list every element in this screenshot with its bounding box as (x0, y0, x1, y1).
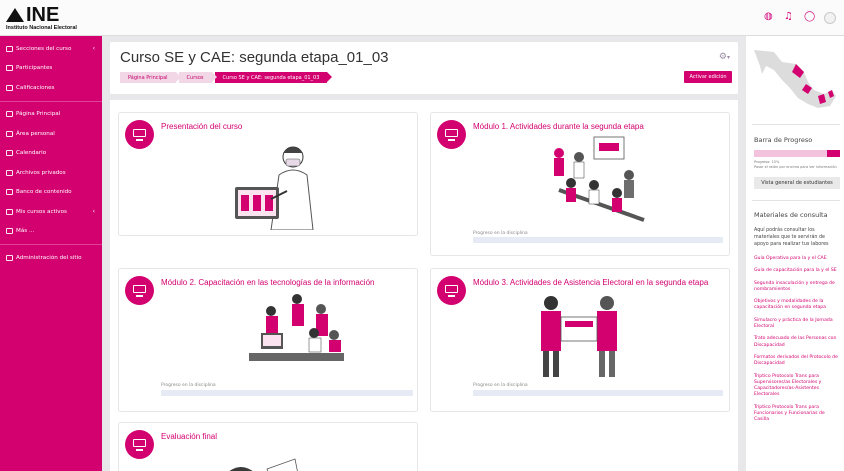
monitor-icon (437, 276, 466, 305)
electoral-assistance-illustration (541, 296, 617, 377)
section-card-module-2[interactable]: Módulo 2. Capacitación en las tecnología… (118, 268, 418, 412)
materials-title: Materiales de consulta (754, 211, 828, 219)
top-navbar: INE Instituto Nacional Electoral ◍ ♫ ◯ (0, 0, 844, 36)
progress-label: Progreso en la disciplina (161, 383, 216, 388)
monitor-icon (125, 430, 154, 459)
calendar-icon (6, 150, 13, 157)
training-illustration (249, 294, 344, 361)
material-link[interactable]: Guía de capacitación para la y el SE (754, 268, 840, 274)
section-title[interactable]: Evaluación final (161, 432, 217, 441)
progress-block-title: Barra de Progreso (754, 136, 813, 144)
course-content: Presentación del curso Módulo 1. Activid… (110, 100, 738, 471)
material-link[interactable]: Simulacro y práctica de la Jornada Elect… (754, 318, 840, 331)
activate-edit-button[interactable]: Activar edición (684, 71, 732, 83)
gear-icon[interactable]: ⚙▾ (719, 52, 730, 62)
courses-icon (6, 208, 13, 215)
materials-links: Guía Operativa para la y el CAE Guía de … (754, 256, 840, 430)
breadcrumb: Página Principal Cursos Curso SE y CAE: … (120, 72, 333, 83)
progress-bar (473, 237, 723, 243)
section-title[interactable]: Presentación del curso (161, 122, 242, 131)
material-link[interactable]: Tríptico Protocolo Trans para Supervisor… (754, 374, 840, 399)
student-overview-button[interactable]: Vista general de estudiantes (754, 177, 840, 189)
section-card-presentation[interactable]: Presentación del curso (118, 112, 418, 236)
sidebar-item-dashboard[interactable]: Área personal (0, 124, 102, 144)
section-card-module-1[interactable]: Módulo 1. Actividades durante la segunda… (430, 112, 730, 256)
grades-icon (6, 84, 13, 91)
home-icon (6, 111, 13, 118)
admin-icon (6, 254, 13, 261)
sidebar-item-site-admin[interactable]: Administración del sitio (0, 248, 102, 268)
progress-bar (473, 390, 723, 396)
polling-station-illustration (554, 136, 645, 222)
materials-intro: Aquí podrás consultar los materiales que… (754, 228, 829, 247)
monitor-icon (437, 120, 466, 149)
evaluation-illustration (229, 458, 298, 471)
bell-icon[interactable]: ♫ (784, 12, 794, 22)
breadcrumb-current-course[interactable]: Curso SE y CAE: segunda etapa_01_03 (214, 72, 333, 83)
section-title[interactable]: Módulo 1. Actividades durante la segunda… (473, 122, 644, 131)
material-link[interactable]: Objetivos y modalidades de la capacitaci… (754, 299, 840, 312)
sidebar-divider (0, 244, 102, 245)
course-progress-bar[interactable] (754, 150, 840, 157)
participants-icon (6, 65, 13, 72)
sidebar-item-more[interactable]: Más ... (0, 222, 102, 242)
sidebar-divider (0, 100, 102, 102)
presenter-illustration (235, 146, 314, 230)
logo-subtitle: Instituto Nacional Electoral (6, 25, 77, 31)
breadcrumb-courses[interactable]: Cursos (178, 72, 217, 83)
section-title[interactable]: Módulo 2. Capacitación en las tecnología… (161, 278, 374, 287)
globe-icon[interactable]: ◍ (764, 12, 774, 22)
logo-text: INE (26, 4, 60, 26)
sidebar-item-home[interactable]: Página Principal (0, 105, 102, 125)
course-header: Curso SE y CAE: segunda etapa_01_03 Pági… (110, 42, 738, 94)
sidebar-item-my-courses[interactable]: Mis cursos activos ‹ (0, 202, 102, 222)
chat-icon[interactable]: ◯ (804, 12, 815, 22)
material-link[interactable]: Guía Operativa para la y el CAE (754, 256, 840, 262)
progress-label: Progreso en la disciplina (473, 383, 528, 388)
folder-icon (6, 228, 13, 235)
section-title[interactable]: Módulo 3. Actividades de Asistencia Elec… (473, 278, 708, 287)
sidebar-item-sections[interactable]: Secciones del curso ‹ (0, 39, 102, 59)
sidebar-item-participants[interactable]: Participantes (0, 59, 102, 79)
panel-divider (752, 124, 840, 125)
monitor-icon (125, 120, 154, 149)
breadcrumb-home[interactable]: Página Principal (120, 72, 181, 83)
top-icons: ◍ ♫ ◯ (764, 12, 836, 24)
material-link[interactable]: Trato adecuado de las Personas con Disca… (754, 336, 840, 349)
section-card-module-3[interactable]: Módulo 3. Actividades de Asistencia Elec… (430, 268, 730, 412)
page-title: Curso SE y CAE: segunda etapa_01_03 (120, 49, 389, 66)
material-link[interactable]: Tríptico Protocolo Trans para Funcionari… (754, 405, 840, 424)
chevron-left-icon: ‹ (92, 208, 95, 216)
section-card-final-evaluation[interactable]: Evaluación final (118, 422, 418, 471)
chevron-down-icon: ▾ (726, 54, 730, 61)
progress-fill (827, 150, 840, 157)
material-link[interactable]: Segunda insaculación y entrega de nombra… (754, 281, 840, 294)
sidebar-item-calendar[interactable]: Calendario (0, 144, 102, 164)
left-sidebar: Secciones del curso ‹ Participantes Calif… (0, 36, 102, 471)
user-avatar[interactable] (824, 12, 836, 24)
sections-icon (6, 45, 13, 52)
sidebar-item-grades[interactable]: Calificaciones (0, 78, 102, 98)
sidebar-item-content-bank[interactable]: Banco de contenido (0, 183, 102, 203)
dashboard-icon (6, 130, 13, 137)
right-block-panel: Barra de Progreso Progreso: 15% Pasar el… (746, 36, 844, 471)
chevron-left-icon: ‹ (92, 45, 95, 53)
files-icon (6, 169, 13, 176)
monitor-icon (125, 276, 154, 305)
mexico-map (754, 50, 836, 108)
ine-logo[interactable]: INE Instituto Nacional Electoral (6, 5, 77, 31)
progress-label: Progreso en la disciplina (473, 231, 528, 236)
progress-bar (161, 390, 413, 396)
progress-hint-text: Pasar el ratón por encima para ver infor… (754, 165, 837, 169)
sidebar-item-private-files[interactable]: Archivos privados (0, 163, 102, 183)
ine-logo-mark-icon (6, 8, 24, 22)
panel-divider (752, 200, 840, 201)
content-bank-icon (6, 189, 13, 196)
material-link[interactable]: Formatos derivados del Protocolo de Disc… (754, 355, 840, 368)
